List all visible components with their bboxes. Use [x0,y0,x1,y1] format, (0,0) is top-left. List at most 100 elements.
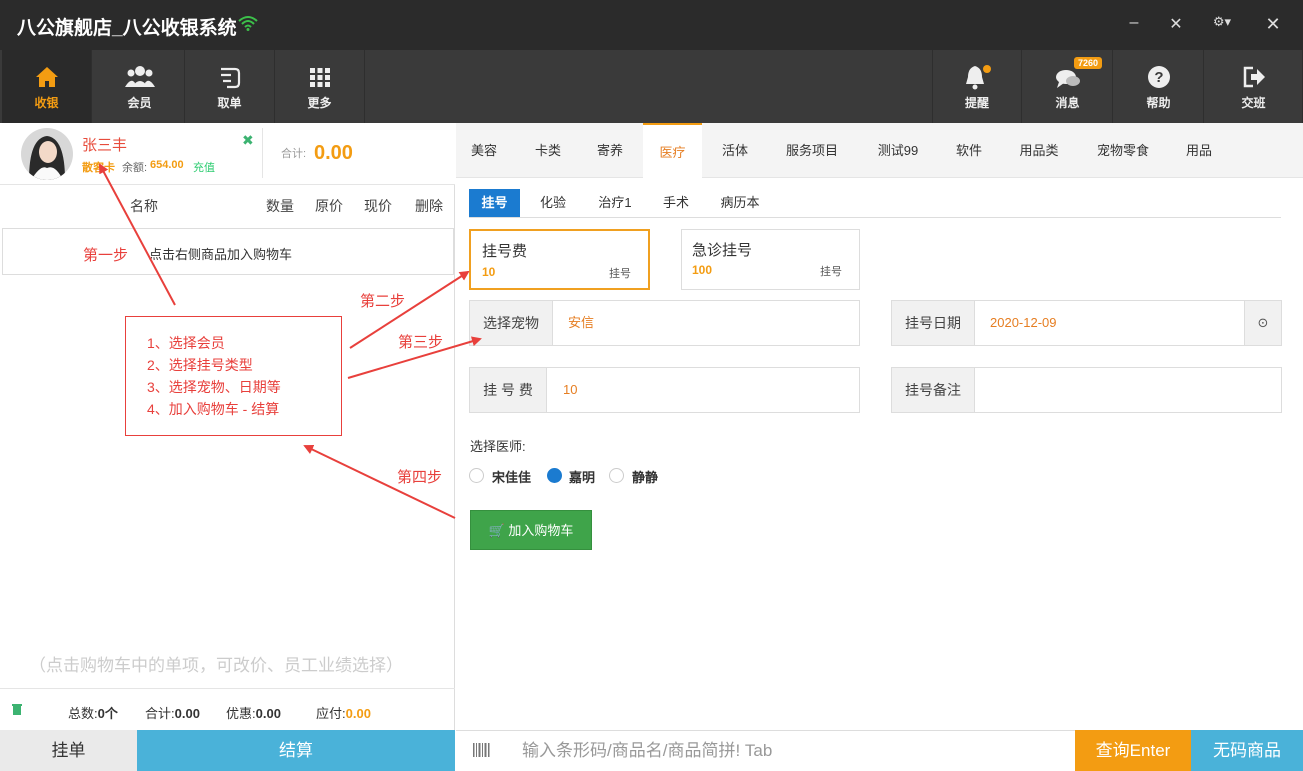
reg-card[interactable]: 急诊挂号 100 挂号 [681,229,860,290]
settings-icon[interactable]: ⚙▾ [1207,14,1237,30]
balance-label: 余额: [122,162,148,174]
fee-label: 挂 号 费 [470,368,547,412]
reg-card-selected[interactable]: 挂号费 10 挂号 [469,229,650,290]
subtab[interactable]: 病历本 [713,189,767,217]
doctor-option[interactable]: 静静 [632,467,658,486]
minimize-icon[interactable]: – [1124,14,1144,32]
total-value: 0.00 [314,142,353,164]
category-tab[interactable]: 服务项目 [778,123,846,178]
card-price: 10 [482,265,496,279]
remove-member-icon[interactable]: ✖ [242,132,254,149]
category-tab[interactable]: 卡类 [527,123,569,178]
recharge-link[interactable]: 充值 [193,159,215,175]
category-tab[interactable]: 美容 [463,123,505,178]
step-line: 1、选择会员 [147,335,225,351]
nav-label: 提醒 [964,96,989,110]
sum-discount-value: 0.00 [255,706,281,721]
member-name[interactable]: 张三丰 [82,134,127,155]
no-barcode-button[interactable]: 无码商品 [1191,730,1303,771]
subtab[interactable]: 化验 [531,189,575,217]
nav-label: 更多 [307,96,332,110]
bell-icon [966,65,991,90]
clock-icon[interactable]: ⊙ [1244,301,1281,345]
nav-label: 会员 [127,96,152,110]
col-qty: 数量 [266,198,294,214]
card-type: 挂号 [820,266,842,278]
doctor-label: 选择医师: [470,439,526,454]
remark-field[interactable]: 挂号备注 [891,367,1282,413]
doctor-radio-selected[interactable] [547,468,562,483]
message-count-badge: 7260 [1074,57,1103,69]
checkout-button[interactable]: 结算 [137,730,455,771]
doctor-radio[interactable] [609,468,624,483]
fee-field[interactable]: 挂 号 费 10 [469,367,860,413]
balance-value: 654.00 [150,159,184,171]
fee-value: 10 [563,382,578,397]
avatar-image [21,128,73,180]
users-icon [124,66,155,87]
query-button[interactable]: 查询Enter [1075,730,1191,771]
category-tab[interactable]: 寄养 [589,123,631,178]
divider [262,128,263,178]
sum-discount-label: 优惠: [226,706,256,721]
sum-payable-value: 0.00 [345,706,371,721]
hand-icon [220,67,240,89]
pet-select[interactable]: 选择宠物 安信 [469,300,860,346]
annotation-step3: 第三步 [398,334,444,351]
annotation-steps-box: 1、选择会员 2、选择挂号类型 3、选择宠物、日期等 4、加入购物车 - 结算 [125,316,342,436]
category-tab[interactable]: 软件 [948,123,990,178]
hang-order-button[interactable]: 挂单 [0,730,137,771]
sum-total-label: 合计: [145,706,175,721]
total-label: 合计: [281,148,307,160]
doctor-option[interactable]: 嘉明 [569,467,595,486]
pet-value: 安信 [568,315,595,330]
add-to-cart-label: 加入购物车 [508,523,574,538]
subtab[interactable]: 治疗1 [590,189,640,217]
nav-label: 帮助 [1146,96,1171,110]
category-tab[interactable]: 用品类 [1011,123,1067,178]
search-input[interactable] [510,731,1070,770]
cart-icon: 🛒 [488,523,505,538]
nav-cashier[interactable]: 收银 [2,50,92,123]
category-tab[interactable]: 用品 [1178,123,1220,178]
nav-more[interactable]: 更多 [275,50,365,123]
logout-icon [1243,66,1265,88]
close-icon[interactable]: ✕ [1263,14,1283,35]
subtab-active[interactable]: 挂号 [469,189,520,217]
nav-member[interactable]: 会员 [95,50,185,123]
nav-takeorder[interactable]: 取单 [185,50,275,123]
cart-hint: （点击购物车中的单项，可改价、员工业绩选择） [29,656,403,675]
annotation-step1: 第一步 [83,247,129,264]
fullscreen-icon[interactable]: ✕ [1166,14,1186,34]
nav-label: 取单 [217,96,242,110]
nav-help[interactable]: ? 帮助 [1114,50,1204,123]
step-line: 4、加入购物车 - 结算 [147,401,280,417]
category-tab[interactable]: 宠物零食 [1089,123,1157,178]
annotation-step4: 第四步 [397,469,443,486]
reg-date-field[interactable]: 挂号日期 2020-12-09 ⊙ [891,300,1282,346]
doctor-radio[interactable] [469,468,484,483]
nav-reminder[interactable]: 提醒 [932,50,1022,123]
card-title: 挂号费 [482,243,528,260]
nav-label: 交班 [1241,96,1266,110]
subtab[interactable]: 手术 [654,189,698,217]
nav-label: 收银 [34,96,59,110]
annotation-step2: 第二步 [360,293,406,310]
home-icon [35,67,58,87]
category-tab-active[interactable]: 医疗 [643,123,702,178]
grid-icon [309,68,330,87]
question-icon: ? [1147,66,1170,88]
doctor-option[interactable]: 宋佳佳 [492,467,531,486]
sum-payable-label: 应付: [316,706,346,721]
subtab-divider [469,217,1281,218]
avatar[interactable] [21,128,73,180]
sum-total-value: 0.00 [174,706,200,721]
category-tab[interactable]: 活体 [714,123,756,178]
trash-icon[interactable] [11,702,23,716]
cart-tip: 点击右侧商品加入购物车 [149,247,293,262]
add-to-cart-button[interactable]: 🛒 加入购物车 [470,510,592,550]
window-title: 八公旗舰店_八公收银系统 [17,18,237,39]
sum-discount: 优惠:0.00 [226,703,281,722]
nav-handover[interactable]: 交班 [1205,50,1303,123]
category-tab[interactable]: 测试99 [869,123,927,178]
